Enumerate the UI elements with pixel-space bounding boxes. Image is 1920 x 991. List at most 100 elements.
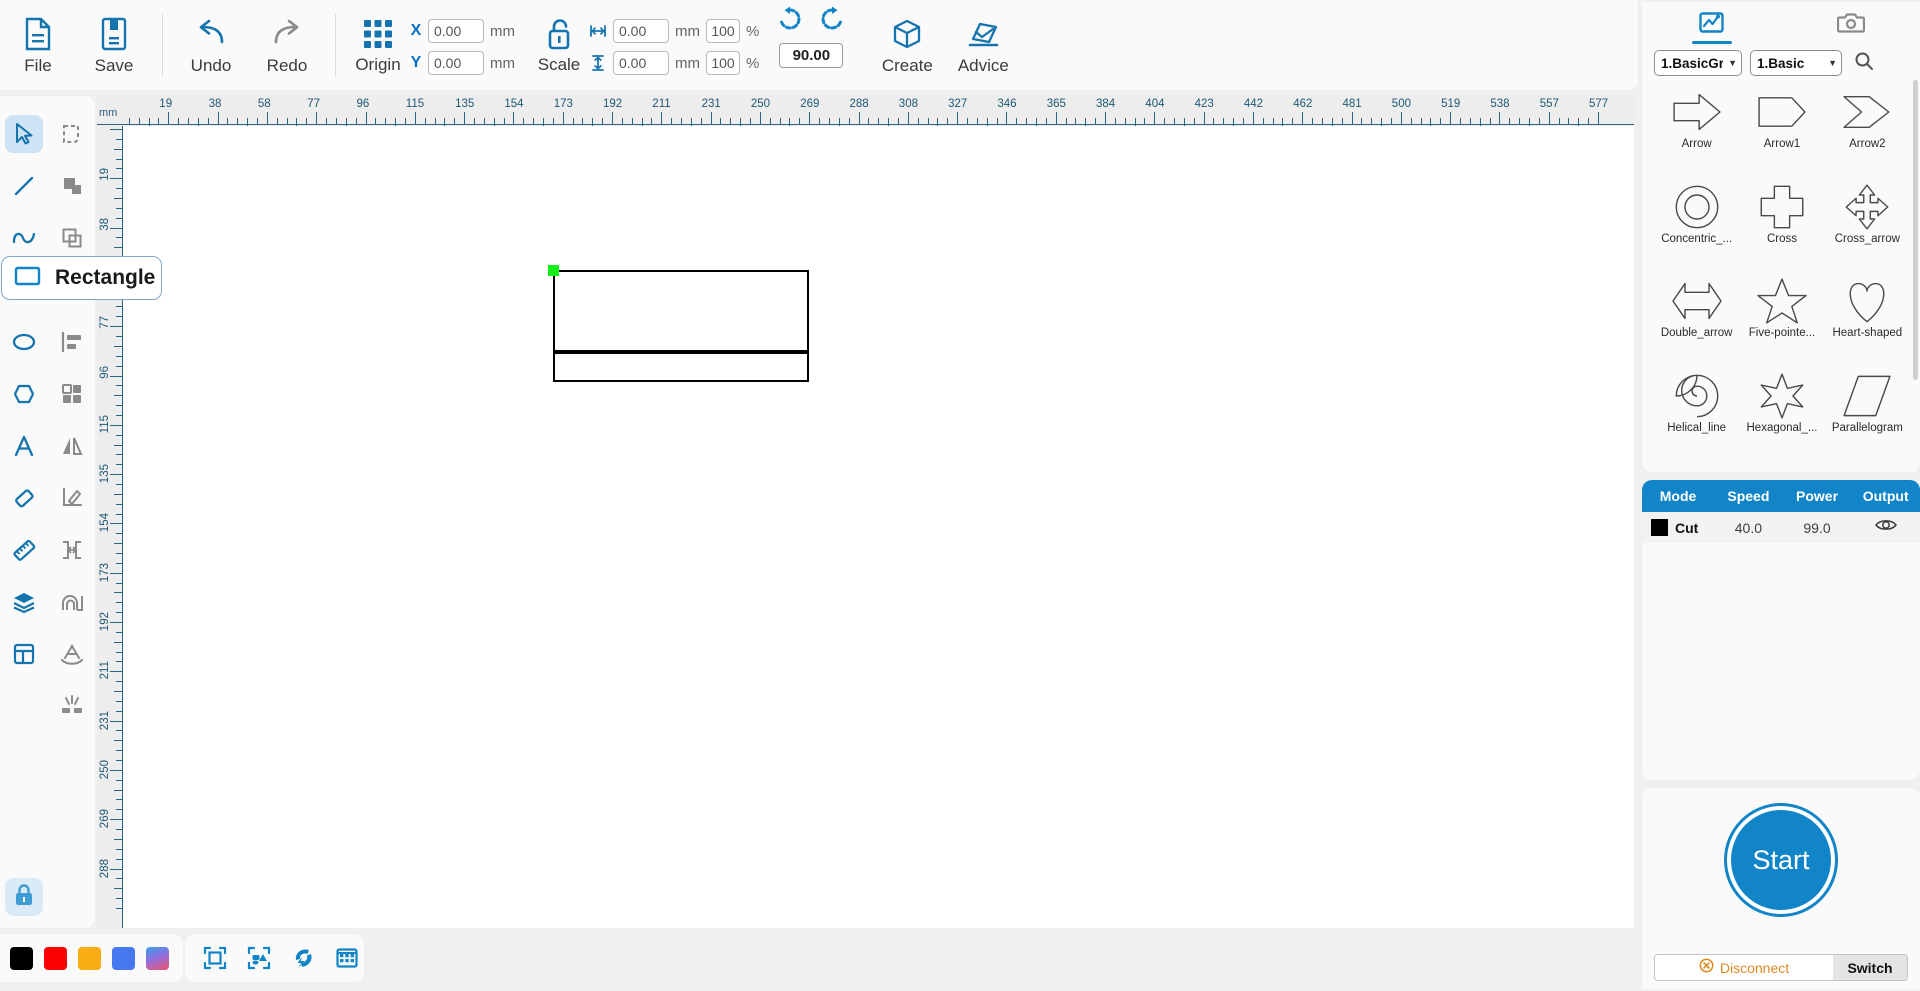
origin-button[interactable]: Origin xyxy=(346,0,410,90)
height-input[interactable]: 0.00 xyxy=(613,51,669,75)
category-secondary-value: 1.Basic xyxy=(1757,55,1805,71)
tab-camera[interactable] xyxy=(1781,2,1920,48)
layout-tool[interactable] xyxy=(0,628,48,680)
measure-angle-tool[interactable] xyxy=(48,472,96,524)
mirror-icon xyxy=(63,437,83,455)
layers-panel: Mode Speed Power Output Cut 40.0 99.0 xyxy=(1642,480,1920,780)
ruler-unit-label: mm xyxy=(99,107,118,119)
layer-power-value[interactable]: 99.0 xyxy=(1783,520,1852,536)
library-shape-label: Double_arrow xyxy=(1660,327,1733,339)
swatch-blue[interactable] xyxy=(112,946,135,970)
switch-button[interactable]: Switch xyxy=(1833,955,1907,980)
x-position-input[interactable]: 0.00 xyxy=(428,19,484,43)
mirror-tool[interactable] xyxy=(48,420,96,472)
distribute-tool[interactable] xyxy=(48,524,96,576)
ruler-tool[interactable] xyxy=(0,524,48,576)
layer-color-chip[interactable] xyxy=(1651,519,1668,536)
library-shape-6[interactable]: Double_arrow xyxy=(1654,275,1739,352)
library-shape-9[interactable]: Helical_line xyxy=(1654,370,1739,447)
library-shape-5[interactable]: Cross_arrow xyxy=(1825,181,1910,258)
library-shape-8[interactable]: Heart-shaped xyxy=(1825,275,1910,352)
horizontal-ruler[interactable]: mm 19 38 58 77 96 115 135 154 173 192 211 231 250 269… xyxy=(97,96,1634,126)
library-shape-7[interactable]: Five-pointe... xyxy=(1739,275,1824,352)
search-icon[interactable] xyxy=(1854,51,1874,76)
cross-icon xyxy=(1751,181,1813,233)
position-fields: X 0.00 mm Y 0.00 mm xyxy=(410,0,515,90)
app-root: File Save Undo Redo Origin X 0.00 mm Y 0… xyxy=(0,0,1920,991)
node-edit-tool[interactable] xyxy=(48,108,96,160)
start-button[interactable]: Start xyxy=(1727,806,1835,914)
swatch-red[interactable] xyxy=(44,946,67,970)
rotate-counterclockwise-icon[interactable] xyxy=(777,6,803,37)
width-input[interactable]: 0.00 xyxy=(613,19,669,43)
table-row[interactable]: Cut 40.0 99.0 xyxy=(1642,512,1920,543)
line-tool[interactable] xyxy=(0,160,48,212)
category-secondary-select[interactable]: 1.Basic ▼ xyxy=(1750,50,1842,76)
lock-button[interactable] xyxy=(5,878,43,916)
file-button[interactable]: File xyxy=(0,0,76,90)
canvas-area[interactable]: mm 19 38 58 77 96 115 135 154 173 192 211 231 250 269… xyxy=(97,96,1634,928)
width-percent-input[interactable]: 100 xyxy=(706,19,740,43)
ellipse-tool[interactable] xyxy=(0,316,48,368)
union-tool[interactable] xyxy=(48,160,96,212)
layer-output-toggle[interactable] xyxy=(1851,517,1920,538)
fit-to-frame-button[interactable] xyxy=(203,946,227,970)
rotate-clockwise-icon[interactable] xyxy=(819,6,845,37)
library-shape-11[interactable]: Parallelogram xyxy=(1825,370,1910,447)
select-tool[interactable] xyxy=(0,108,48,160)
width-row: 0.00 mm 100 % xyxy=(589,18,759,44)
category-primary-select[interactable]: 1.BasicGrap ▼ xyxy=(1654,50,1742,76)
vertical-ruler[interactable]: 0193858779611513515417319221123125026928… xyxy=(97,126,123,928)
library-shape-2[interactable]: Arrow2 xyxy=(1825,86,1910,163)
select-all-button[interactable] xyxy=(247,946,271,970)
cursor-arrow-icon xyxy=(16,123,33,145)
disconnect-button[interactable]: Disconnect xyxy=(1655,955,1833,980)
save-button[interactable]: Save xyxy=(76,0,152,90)
scale-lock-button[interactable]: Scale xyxy=(529,0,589,90)
text-tool[interactable] xyxy=(0,420,48,472)
redo-button[interactable]: Redo xyxy=(249,0,325,90)
tab-graphics-library[interactable] xyxy=(1642,2,1781,48)
top-toolbar: File Save Undo Redo Origin X 0.00 mm Y 0… xyxy=(0,0,1638,90)
library-shape-3[interactable]: Concentric_... xyxy=(1654,181,1739,258)
grid-toggle-button[interactable] xyxy=(335,946,359,970)
text-a-icon xyxy=(14,435,34,457)
drawing-sheet[interactable] xyxy=(123,126,1634,928)
array-tool[interactable] xyxy=(48,368,96,420)
rectangle-top[interactable] xyxy=(553,270,809,352)
height-percent-input[interactable]: 100 xyxy=(706,51,740,75)
swatch-black[interactable] xyxy=(10,946,33,970)
create-button[interactable]: Create xyxy=(869,0,945,90)
undo-button[interactable]: Undo xyxy=(173,0,249,90)
y-position-input[interactable]: 0.00 xyxy=(428,51,484,75)
box-3d-icon xyxy=(891,15,923,53)
text-path-tool[interactable] xyxy=(48,628,96,680)
align-tool[interactable] xyxy=(48,316,96,368)
rectangle-bottom[interactable] xyxy=(553,352,809,382)
weld-tool[interactable] xyxy=(48,576,96,628)
library-shape-10[interactable]: Hexagonal_... xyxy=(1739,370,1824,447)
library-shape-4[interactable]: Cross xyxy=(1739,181,1824,258)
advice-button[interactable]: Advice xyxy=(945,0,1021,90)
selection-handle[interactable] xyxy=(548,265,559,276)
library-scrollbar[interactable] xyxy=(1913,80,1918,380)
eraser-tool[interactable] xyxy=(0,472,48,524)
library-shape-1[interactable]: Arrow1 xyxy=(1739,86,1824,163)
laser-cut-tool[interactable] xyxy=(48,680,96,732)
layers-tool[interactable] xyxy=(0,576,48,628)
layer-speed-value[interactable]: 40.0 xyxy=(1714,520,1783,536)
grid-icon xyxy=(336,948,358,968)
height-percent-label: % xyxy=(746,54,760,72)
concentric-circles-icon xyxy=(1666,181,1728,233)
library-shape-label: Arrow2 xyxy=(1849,138,1886,150)
polygon-tool[interactable] xyxy=(0,368,48,420)
swatch-gradient[interactable] xyxy=(146,946,169,970)
layer-mode-cell: Cut xyxy=(1642,519,1714,536)
library-shape-0[interactable]: Arrow xyxy=(1654,86,1739,163)
graphics-library-panel: 1.BasicGrap ▼ 1.Basic ▼ Arrow Arrow1 Arrow… xyxy=(1642,2,1920,472)
rotation-input[interactable]: 90.00 xyxy=(779,43,844,68)
magnet-snap-button[interactable] xyxy=(291,946,315,970)
x-position-row: X 0.00 mm xyxy=(410,18,515,44)
swatch-orange[interactable] xyxy=(78,946,101,970)
library-shape-label: Arrow xyxy=(1681,138,1712,150)
